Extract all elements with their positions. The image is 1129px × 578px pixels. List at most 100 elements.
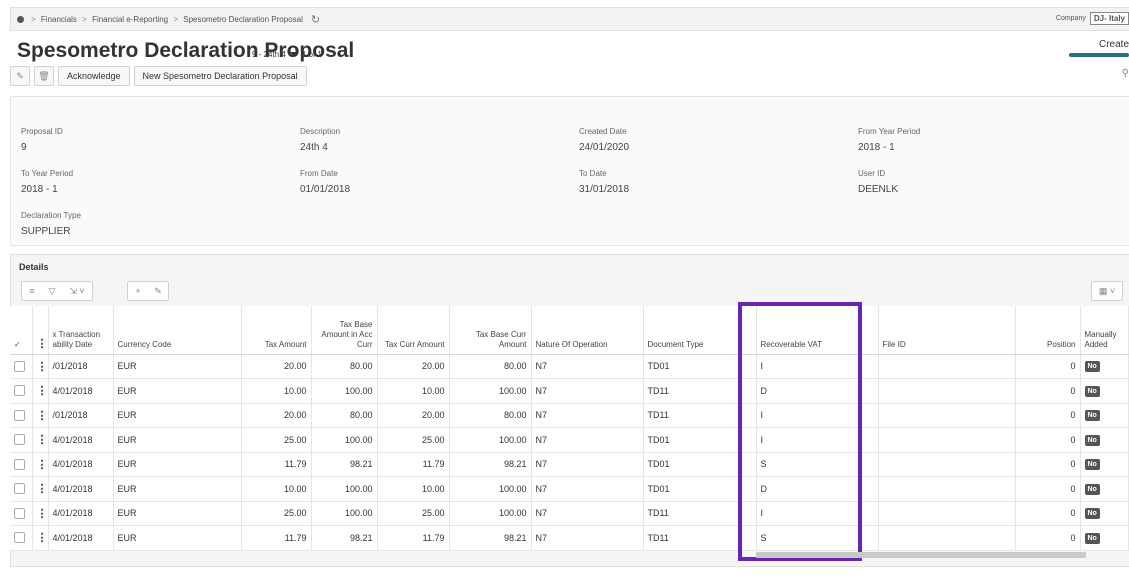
row-checkbox[interactable] [14,409,25,421]
row-menu-icon[interactable]: ⋮ [37,385,48,397]
column-header-currency[interactable]: Currency Code [113,306,242,355]
breadcrumb-item-e-reporting[interactable]: Financial e-Reporting [92,15,168,24]
cell-tax-curr: 20.00 [377,354,450,379]
pencil-icon[interactable]: ✎ [148,282,168,300]
column-header-tax-base-curr[interactable]: Tax Base Curr Amount [449,306,532,355]
cell-tx-date: 4/01/2018 [48,476,114,502]
field-value: 9 [21,142,27,153]
add-icon[interactable]: + [128,282,148,300]
cell-nature: N7 [531,378,644,404]
row-menu-icon[interactable]: ⋮ [37,459,48,471]
column-header-tax-curr[interactable]: Tax Curr Amount [377,306,450,355]
row-menu-cell: ⋮ [32,476,49,502]
cell-file-id [878,476,1016,502]
cell-tax-base-acc: 98.21 [311,452,378,477]
export-icon[interactable]: ⇲ ˅ [62,282,92,300]
cell-manually-added: No [1080,354,1129,379]
cell-file-id [878,452,1016,477]
cell-file-id [878,354,1016,379]
cell-tx-date: 4/01/2018 [48,525,114,551]
cell-position: 0 [1015,476,1081,502]
list-view-icon[interactable]: ≡ [22,282,42,300]
row-menu-icon[interactable]: ⋮ [37,410,48,422]
row-menu-icon[interactable]: ⋮ [37,434,48,446]
caret-down-icon[interactable] [289,51,298,57]
row-menu-icon[interactable]: ⋮ [37,483,48,495]
field-value: 24th 4 [300,142,328,153]
breadcrumb-item-financials[interactable]: Financials [41,15,77,24]
column-chooser[interactable]: ▦ ˅ [1091,281,1123,301]
column-header-manually-added[interactable]: Manually Added [1080,306,1129,355]
table-row[interactable]: ⋮ 4/01/2018 EUR 25.00 100.00 25.00 100.00 N7 TD0… [10,427,1129,453]
filter-icon[interactable]: ▽ [42,282,62,300]
refresh-icon[interactable]: ↻ [311,13,320,26]
table-row[interactable]: ⋮ 4/01/2018 EUR 11.79 98.21 11.79 98.21 N7 TD01 S… [10,452,1129,477]
column-header-tax-base-acc[interactable]: Tax Base Amount in Acc Curr [311,306,378,355]
cell-tax-base-curr: 100.00 [449,427,532,453]
breadcrumb-bar: > Financials > Financial e-Reporting > S… [10,7,1129,31]
cell-doc-type: TD01 [643,452,757,477]
field-value: 2018 - 1 [21,184,58,195]
company-value[interactable]: DJ- Italy [1089,12,1129,25]
cell-file-id [878,427,1016,453]
table-row[interactable]: ⋮/01/2018 EUR 20.00 80.00 20.00 80.00 N7 TD01 I 0… [10,354,1129,379]
field-value: 24/01/2020 [579,142,630,153]
create-label[interactable]: Create [1099,39,1129,50]
home-icon[interactable] [17,15,24,23]
column-header-file-id[interactable]: File ID [878,306,1016,355]
cell-manually-added: No [1080,476,1129,502]
cell-position: 0 [1015,452,1081,477]
new-proposal-button[interactable]: New Spesometro Declaration Proposal [133,66,307,86]
table-row[interactable]: ⋮ 4/01/2018 EUR 25.00 100.00 25.00 100.00 N7 TD1… [10,501,1129,526]
row-checkbox[interactable] [14,385,25,397]
cell-tax-base-acc: 98.21 [311,525,378,551]
column-menu-icon[interactable]: ⋮ [32,306,49,355]
row-menu-icon[interactable]: ⋮ [37,361,48,373]
column-header-tax-amount[interactable]: Tax Amount [241,306,312,355]
cell-currency: EUR [113,354,242,379]
edit-button[interactable]: ✎ [10,66,30,86]
delete-button[interactable]: 🗑 [34,66,54,86]
table-row[interactable]: ⋮ 4/01/2018 EUR 10.00 100.00 10.00 100.00 N7 TD0… [10,476,1129,502]
row-menu-cell: ⋮ [32,354,49,379]
record-selector[interactable]: 9 - 24th 4 1 of 1 [252,50,322,59]
cell-tx-date: 4/01/2018 [48,452,114,477]
column-header-recoverable-vat[interactable]: Recoverable VAT [756,306,879,355]
row-menu-icon[interactable]: ⋮ [37,532,48,544]
field-label: Created Date [579,127,627,136]
row-checkbox[interactable] [14,360,25,372]
row-menu-icon[interactable]: ⋮ [37,508,48,520]
table-row[interactable]: ⋮/01/2018 EUR 20.00 80.00 20.00 80.00 N7 TD11 I 0… [10,403,1129,428]
horizontal-scrollbar[interactable] [756,552,1086,558]
field-from-date: From Date 01/01/2018 [300,169,350,195]
column-header-tx-date[interactable]: x Transaction ability Date [48,306,114,355]
field-value: DEENLK [858,184,899,195]
table-row[interactable]: ⋮ 4/01/2018 EUR 11.79 98.21 11.79 98.21 N7 TD11 S… [10,525,1129,551]
acknowledge-button[interactable]: Acknowledge [58,66,130,86]
cell-tax-amount: 11.79 [241,452,312,477]
cell-position: 0 [1015,501,1081,526]
search-icon[interactable]: ⚲ [1122,68,1129,79]
row-checkbox[interactable] [14,532,25,544]
select-all-checkmark-icon[interactable]: ✓ [10,306,33,355]
company-selector[interactable]: Company DJ- Italy [1056,12,1129,25]
cell-recoverable-vat: S [756,525,879,551]
cell-tax-amount: 25.00 [241,501,312,526]
column-header-position[interactable]: Position [1015,306,1081,355]
cell-manually-added: No [1080,452,1129,477]
cell-currency: EUR [113,501,242,526]
field-to-date: To Date 31/01/2018 [579,169,629,195]
cell-tax-curr: 25.00 [377,427,450,453]
table-grid-icon[interactable]: ▦ ˅ [1092,282,1122,300]
cell-position: 0 [1015,354,1081,379]
field-value: 01/01/2018 [300,184,351,195]
row-checkbox[interactable] [14,458,25,470]
row-checkbox[interactable] [14,507,25,519]
row-checkbox[interactable] [14,483,25,495]
column-header-doc-type[interactable]: Document Type [643,306,757,355]
cell-doc-type: TD11 [643,525,757,551]
column-header-nature[interactable]: Nature Of Operation [531,306,644,355]
cell-doc-type: TD11 [643,501,757,526]
table-row[interactable]: ⋮ 4/01/2018 EUR 10.00 100.00 10.00 100.00 N7 TD1… [10,378,1129,404]
row-checkbox[interactable] [14,434,25,446]
